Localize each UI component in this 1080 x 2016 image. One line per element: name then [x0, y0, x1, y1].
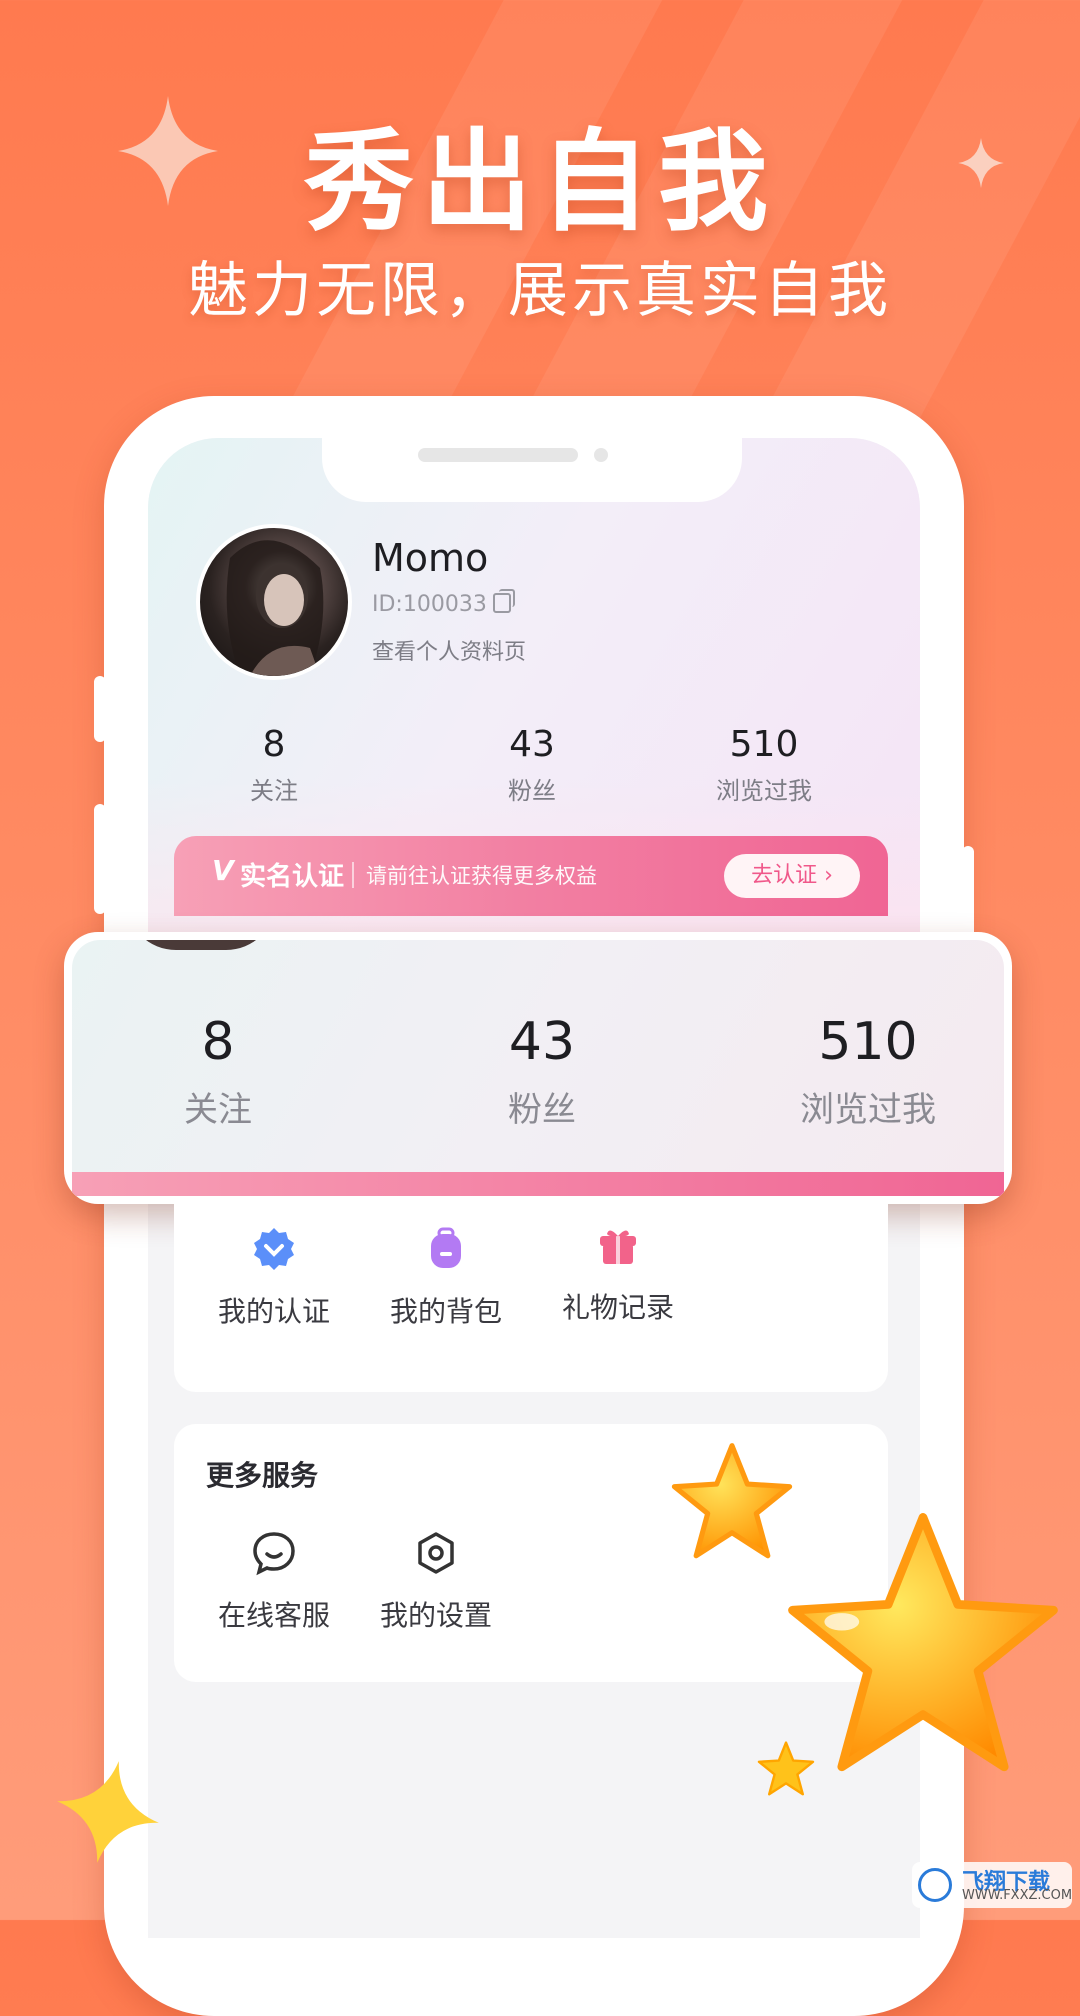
- item-label: 我的背包: [389, 1295, 502, 1328]
- watermark-logo-icon: [918, 1868, 952, 1902]
- phone-speaker: [418, 448, 578, 462]
- stat-label: 粉丝: [508, 777, 556, 805]
- stat-label: 关注: [250, 777, 298, 805]
- my-verification-item[interactable]: 我的认证: [194, 1226, 354, 1330]
- overlay-stat-fans[interactable]: 43 粉丝: [412, 1012, 672, 1131]
- more-services-title: 更多服务: [206, 1459, 319, 1492]
- profile-name: Momo: [372, 536, 489, 580]
- star-icon: [671, 1443, 793, 1559]
- avatar[interactable]: [196, 524, 352, 680]
- verify-title: 实名认证: [240, 862, 345, 892]
- view-profile-link[interactable]: 查看个人资料页: [372, 634, 526, 666]
- phone-side-button: [94, 676, 106, 742]
- item-label: 我的设置: [379, 1599, 492, 1632]
- stat-value: 510: [818, 1012, 918, 1072]
- gift-icon: [600, 1230, 636, 1264]
- stat-following[interactable]: 8 关注: [174, 724, 374, 806]
- online-support-item[interactable]: 在线客服: [194, 1530, 354, 1634]
- phone-side-button: [94, 804, 106, 914]
- profile-id-text: ID:100033: [372, 592, 487, 617]
- stat-value: 43: [508, 1012, 576, 1072]
- stat-label: 浏览过我: [800, 1090, 936, 1130]
- star-icon: [757, 1741, 815, 1796]
- sparkle-star-icon: [57, 1761, 159, 1863]
- backpack-icon: [431, 1227, 461, 1268]
- real-name-verification-banner[interactable]: V 实名认证 请前往认证获得更多权益 去认证 ›: [174, 836, 888, 916]
- divider: [352, 862, 354, 888]
- stat-label: 浏览过我: [716, 777, 812, 805]
- watermark: 飞翔下载 WWW.FXXZ.COM: [912, 1862, 1072, 1908]
- watermark-url: WWW.FXXZ.COM: [962, 1888, 1073, 1903]
- settings-hexagon-icon: [418, 1532, 454, 1574]
- gift-records-item[interactable]: 礼物记录: [538, 1222, 698, 1326]
- verify-description: 请前往认证获得更多权益: [366, 864, 597, 888]
- stat-value: 8: [262, 724, 286, 765]
- my-backpack-item[interactable]: 我的背包: [366, 1226, 526, 1330]
- promo-subline: 魅力无限，展示真实自我: [188, 256, 892, 326]
- magnified-stats-background: 8 关注 43 粉丝 510 浏览过我: [72, 940, 1004, 1196]
- my-settings-item[interactable]: 我的设置: [356, 1530, 516, 1634]
- stat-label: 粉丝: [508, 1090, 576, 1130]
- profile-id: ID:100033: [372, 589, 515, 617]
- stat-value: 43: [509, 724, 555, 765]
- overlay-stat-following[interactable]: 8 关注: [88, 1012, 348, 1131]
- go-verify-button[interactable]: 去认证 ›: [724, 854, 860, 898]
- star-icon: [788, 1513, 1058, 1772]
- item-label: 礼物记录: [561, 1291, 674, 1324]
- item-label: 我的认证: [217, 1295, 330, 1328]
- copy-icon[interactable]: [492, 589, 515, 613]
- stat-fans[interactable]: 43 粉丝: [432, 724, 632, 806]
- stat-label: 关注: [184, 1090, 252, 1130]
- promo-headline: 秀出自我: [304, 118, 776, 246]
- banner-edge: [72, 1172, 1004, 1196]
- stat-value: 8: [201, 1012, 235, 1072]
- stat-visitors[interactable]: 510 浏览过我: [664, 724, 864, 806]
- item-label: 在线客服: [217, 1599, 330, 1632]
- magnified-stats-card: 8 关注 43 粉丝 510 浏览过我: [64, 932, 1012, 1204]
- overlay-stat-visitors[interactable]: 510 浏览过我: [738, 1012, 998, 1131]
- avatar-edge: [126, 940, 276, 950]
- verified-badge-icon: [254, 1228, 294, 1270]
- verify-v-icon: V: [212, 854, 234, 887]
- avatar-photo: [226, 540, 324, 676]
- phone-camera: [594, 448, 608, 462]
- chat-bubble-icon: [253, 1532, 295, 1576]
- stat-value: 510: [729, 724, 799, 765]
